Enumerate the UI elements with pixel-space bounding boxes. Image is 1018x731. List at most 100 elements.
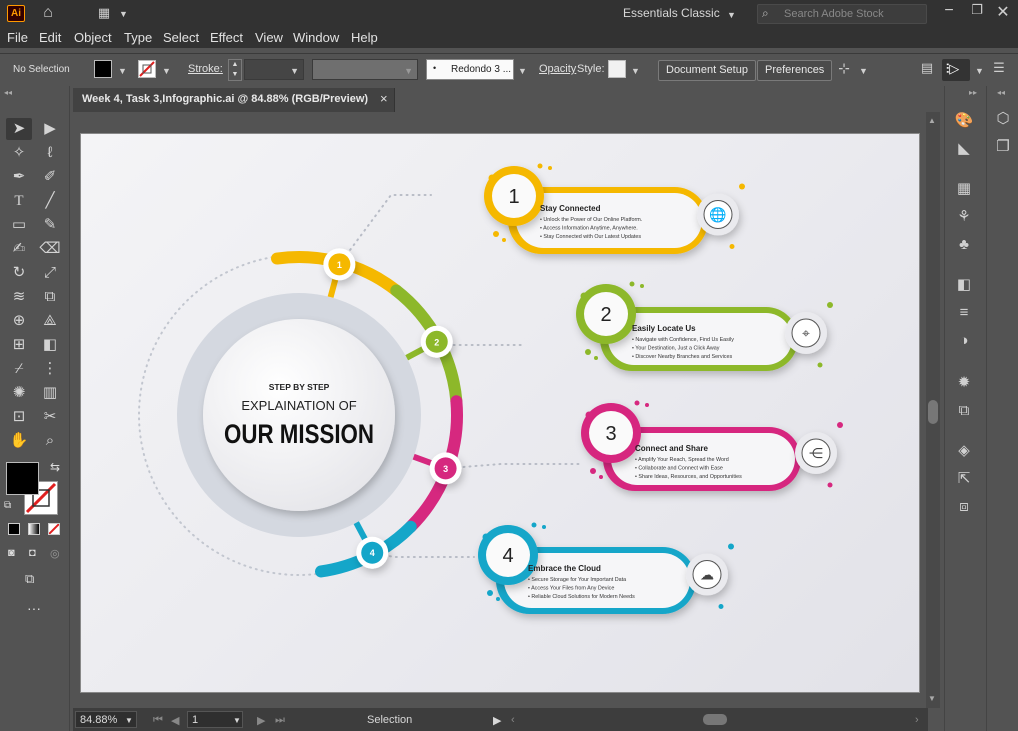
chevron-down-icon[interactable]: ▼ xyxy=(233,716,241,725)
brush-definition-dropdown[interactable]: • Redondo 3 ... xyxy=(426,59,514,80)
home-icon[interactable]: ⌂ xyxy=(38,4,58,22)
appearance-icon[interactable]: ✹ xyxy=(951,372,977,394)
next-artboard-icon[interactable]: ▶ xyxy=(257,714,265,727)
align-icon[interactable]: ▤ xyxy=(918,60,936,76)
maximize-icon[interactable]: ❐ xyxy=(970,2,984,18)
draw-behind-icon[interactable]: ◘ xyxy=(29,547,36,559)
direct-selection-tool-icon[interactable]: ▶ xyxy=(37,118,63,140)
gradient-tool-icon[interactable]: ◧ xyxy=(37,334,63,356)
horizontal-scroll-thumb[interactable] xyxy=(703,714,727,725)
fill-color-box[interactable] xyxy=(6,462,39,495)
selection-tool-icon[interactable]: ➤ xyxy=(6,118,32,140)
blend-tool-icon[interactable]: ⋮ xyxy=(37,358,63,380)
transform-icon[interactable]: ⊹ xyxy=(834,60,854,77)
stroke-panel-icon[interactable]: ≡ xyxy=(951,302,977,324)
chevron-down-icon[interactable]: ▼ xyxy=(975,66,984,76)
gradient-panel-icon[interactable]: ◧ xyxy=(951,274,977,296)
close-document-icon[interactable]: × xyxy=(380,91,388,106)
menu-window[interactable]: Window xyxy=(293,30,339,45)
draw-normal-icon[interactable]: ◙ xyxy=(8,547,15,559)
chevron-down-icon[interactable]: ▼ xyxy=(631,66,640,76)
shape-builder-tool-icon[interactable]: ⊕ xyxy=(6,310,32,332)
swatches-icon[interactable]: ▦ xyxy=(951,178,977,200)
first-artboard-icon[interactable]: ⏮ xyxy=(153,714,163,727)
document-tab[interactable]: Week 4, Task 3,Infographic.ai @ 84.88% (… xyxy=(73,88,395,112)
menu-type[interactable]: Type xyxy=(124,30,152,45)
rotate-tool-icon[interactable]: ↻ xyxy=(6,262,32,284)
stroke-stepper[interactable]: ▲ ▼ xyxy=(228,59,242,81)
lasso-tool-icon[interactable]: ℓ xyxy=(37,142,63,164)
properties-toggle[interactable]: ⫶▷ xyxy=(942,59,970,81)
scroll-down-icon[interactable]: ▼ xyxy=(928,694,936,703)
stroke-weight-dropdown[interactable]: ▼ xyxy=(244,59,304,80)
scale-tool-icon[interactable]: ⤢ xyxy=(37,262,63,284)
mesh-tool-icon[interactable]: ⊞ xyxy=(6,334,32,356)
variable-width-dropdown[interactable]: ▼ xyxy=(312,59,418,80)
collapse-dock-icon[interactable]: ▸▸ xyxy=(969,88,977,97)
slice-tool-icon[interactable]: ✂ xyxy=(37,406,63,428)
status-menu-icon[interactable]: ▶ xyxy=(493,714,501,727)
document-setup-button[interactable]: Document Setup xyxy=(658,60,756,81)
export-icon[interactable]: ⇱ xyxy=(951,468,977,490)
menu-help[interactable]: Help xyxy=(351,30,378,45)
column-graph-tool-icon[interactable]: ▥ xyxy=(37,382,63,404)
scroll-up-icon[interactable]: ▲ xyxy=(928,116,936,125)
edit-toolbar-icon[interactable]: ··· xyxy=(27,600,41,616)
search-input[interactable]: Search Adobe Stock xyxy=(784,8,884,20)
menu-select[interactable]: Select xyxy=(163,30,199,45)
rectangle-tool-icon[interactable]: ▭ xyxy=(6,214,32,236)
color-panel-icon[interactable]: 🎨 xyxy=(951,110,977,132)
shaper-tool-icon[interactable]: ✍ xyxy=(6,238,32,260)
symbol-sprayer-tool-icon[interactable]: ✺ xyxy=(6,382,32,404)
collapse-panel-icon[interactable]: ◂◂ xyxy=(4,88,12,97)
preferences-button[interactable]: Preferences xyxy=(757,60,833,81)
transparency-icon[interactable]: ◑ xyxy=(951,330,977,352)
menu-object[interactable]: Object xyxy=(74,30,112,45)
draw-inside-icon[interactable]: ◎ xyxy=(50,547,60,560)
chevron-down-icon[interactable]: ▼ xyxy=(125,716,133,725)
previous-artboard-icon[interactable]: ◀ xyxy=(171,714,179,727)
scroll-right-icon[interactable]: › xyxy=(915,714,919,726)
type-tool-icon[interactable]: T xyxy=(6,190,32,212)
eyedropper-tool-icon[interactable]: ⌿ xyxy=(6,358,32,380)
style-swatch[interactable] xyxy=(608,60,626,78)
menu-effect[interactable]: Effect xyxy=(210,30,243,45)
stroke-swatch[interactable] xyxy=(138,60,156,78)
menu-view[interactable]: View xyxy=(255,30,283,45)
vertical-scroll-thumb[interactable] xyxy=(928,400,938,424)
menu-file[interactable]: File xyxy=(7,30,28,45)
last-artboard-icon[interactable]: ⏭ xyxy=(275,714,285,727)
chevron-down-icon[interactable]: ▼ xyxy=(859,66,868,76)
magic-wand-tool-icon[interactable]: ✧ xyxy=(6,142,32,164)
swap-colors-icon[interactable]: ⇆ xyxy=(50,460,60,474)
graphic-styles-icon[interactable]: ⧉ xyxy=(951,400,977,422)
eraser-tool-icon[interactable]: ⌫ xyxy=(37,238,63,260)
3d-icon[interactable]: ⬡ xyxy=(990,108,1016,130)
vertical-scrollbar[interactable]: ▲ ▼ xyxy=(926,112,940,708)
color-guide-icon[interactable]: ◣ xyxy=(951,138,977,160)
chevron-down-icon[interactable]: ▼ xyxy=(518,66,527,76)
panel-menu-icon[interactable]: ☰ xyxy=(990,60,1008,76)
artboards-icon[interactable]: ⧈ xyxy=(951,496,977,518)
perspective-grid-tool-icon[interactable]: ⟁ xyxy=(37,310,63,332)
collapse-dock-icon[interactable]: ◂◂ xyxy=(997,88,1005,97)
chevron-down-icon[interactable]: ▼ xyxy=(162,66,171,76)
artboard-tool-icon[interactable]: ⊡ xyxy=(6,406,32,428)
minimize-icon[interactable]: − xyxy=(942,2,956,20)
line-tool-icon[interactable]: ╱ xyxy=(37,190,63,212)
screen-mode-icon[interactable]: ⧉ xyxy=(25,571,34,587)
zoom-tool-icon[interactable]: ⌕ xyxy=(37,430,63,452)
workspace-switcher[interactable]: Essentials Classic xyxy=(623,6,720,20)
none-mode-icon[interactable] xyxy=(48,523,60,535)
fill-swatch[interactable] xyxy=(94,60,112,78)
menu-edit[interactable]: Edit xyxy=(39,30,61,45)
pen-tool-icon[interactable]: ✒ xyxy=(6,166,32,188)
libraries-icon[interactable]: ❐ xyxy=(990,136,1016,158)
default-colors-icon[interactable]: ⧉ xyxy=(4,500,11,511)
warp-tool-icon[interactable]: ≋ xyxy=(6,286,32,308)
artboard[interactable]: 1 2 3 4 STEP BY STEP EXPLAINATION OF OUR MISSI… xyxy=(80,133,920,693)
chevron-down-icon[interactable]: ▼ xyxy=(119,9,128,19)
stroke-label[interactable]: Stroke: xyxy=(188,63,223,75)
scroll-left-icon[interactable]: ‹ xyxy=(511,714,515,726)
paintbrush-tool-icon[interactable]: ✎ xyxy=(37,214,63,236)
